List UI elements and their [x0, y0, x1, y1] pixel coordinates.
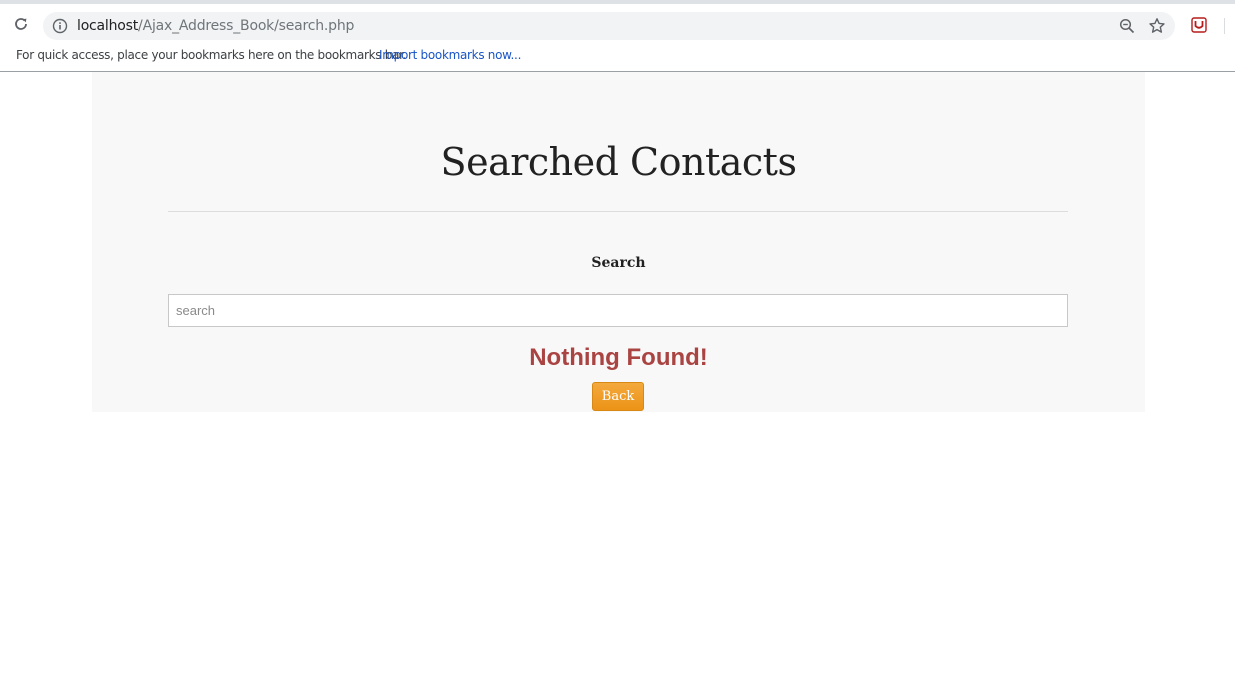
active-tab-edge	[397, 4, 625, 8]
bookmarks-bar-hint: For quick access, place your bookmarks h…	[16, 48, 407, 62]
page-title: Searched Contacts	[440, 140, 797, 184]
extension-icon[interactable]	[1191, 17, 1207, 33]
toolbar-divider	[1224, 18, 1225, 34]
url-path: /Ajax_Address_Book/search.php	[138, 18, 355, 34]
nothing-found-message: Nothing Found!	[529, 344, 708, 371]
back-button[interactable]: Back	[592, 382, 644, 411]
reload-icon[interactable]	[10, 13, 32, 35]
url-host: localhost	[77, 18, 139, 34]
import-bookmarks-link[interactable]: Import bookmarks now...	[379, 48, 521, 62]
search-label: Search	[591, 255, 646, 271]
search-input[interactable]	[168, 294, 1068, 327]
bookmark-star-icon[interactable]	[1148, 17, 1166, 35]
info-icon[interactable]	[52, 18, 68, 34]
url-text[interactable]: localhost/Ajax_Address_Book/search.php	[77, 18, 354, 34]
address-bar[interactable]: localhost/Ajax_Address_Book/search.php	[43, 12, 1175, 40]
browser-toolbar: localhost/Ajax_Address_Book/search.php	[0, 0, 1235, 41]
page-container: Searched Contacts Search Nothing Found! …	[92, 72, 1145, 412]
bookmarks-bar: For quick access, place your bookmarks h…	[0, 41, 1235, 72]
title-divider	[168, 211, 1068, 212]
zoom-icon[interactable]	[1119, 18, 1135, 34]
